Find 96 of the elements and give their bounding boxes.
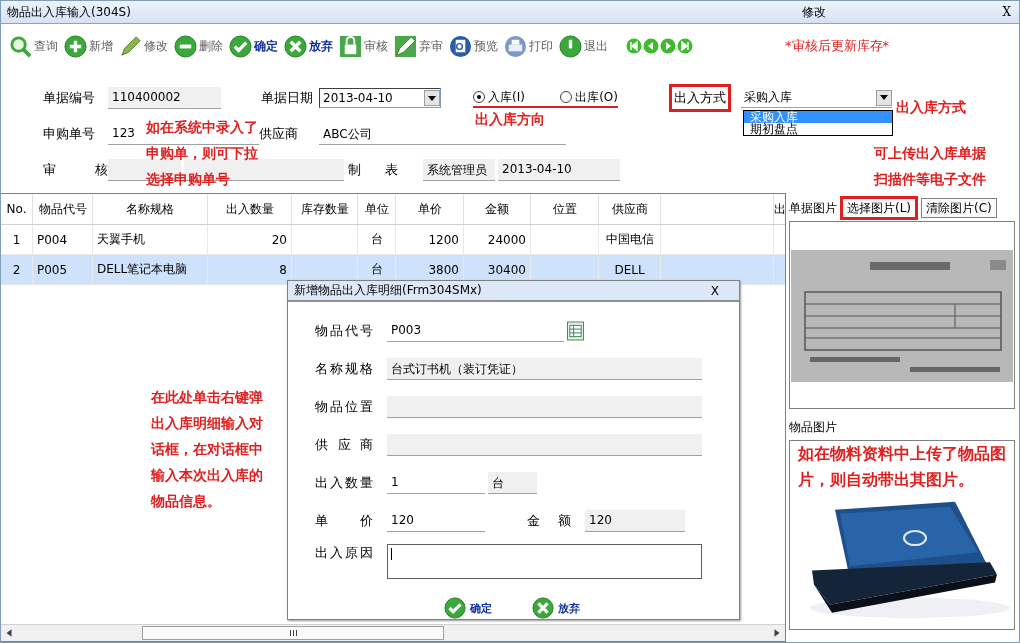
caret-icon — [880, 95, 888, 100]
unit-field: 台 — [488, 472, 537, 494]
scrollbar[interactable] — [1, 624, 785, 641]
table-cell: 天翼手机 — [93, 225, 208, 254]
lock-icon — [339, 34, 362, 58]
table-cell: P004 — [33, 225, 93, 254]
field-label: 金 额 — [527, 512, 571, 530]
previous-record-icon[interactable] — [643, 38, 659, 54]
printer-icon — [504, 34, 527, 58]
column-header[interactable]: 供应商 — [599, 194, 661, 224]
input-field[interactable]: 1 — [387, 472, 485, 494]
field-label: 物品位置 — [315, 398, 373, 416]
pencil-icon — [119, 34, 142, 58]
power-icon — [559, 34, 582, 58]
field-label: 制 表 — [348, 161, 398, 179]
field-label: 出入方式 — [669, 84, 731, 112]
field-label: 供应商 — [315, 436, 373, 454]
input-field[interactable]: 2013-04-10 — [498, 159, 620, 181]
method-dropdown[interactable]: 采购入库 — [741, 88, 892, 108]
input-field[interactable] — [387, 396, 702, 418]
table-cell: P005 — [33, 255, 93, 284]
table-cell: 24000 — [464, 225, 531, 254]
table-cell: 1 — [1, 225, 33, 254]
next-record-icon[interactable] — [660, 38, 676, 54]
table-cell: 2 — [1, 255, 33, 284]
column-header[interactable]: 库存数量 — [292, 194, 358, 224]
annotation: 出入库方式 — [896, 98, 966, 117]
annotation: 可上传出入库单据扫描件等电子文件 — [874, 144, 987, 189]
table-cell: 中国电信 — [599, 225, 661, 254]
table-cell: 1200 — [396, 225, 464, 254]
table-row[interactable]: 2 P005 DELL笔记本电脑 8 台 3800 30400 DELL — [1, 255, 785, 285]
mode-label: 修改 — [802, 3, 828, 21]
last-record-icon[interactable] — [677, 38, 693, 54]
column-header[interactable]: 出入数量 — [208, 194, 292, 224]
field-label: 供应商 — [259, 125, 299, 143]
field-label: 名称规格 — [315, 360, 373, 378]
field-label: 物品代号 — [315, 322, 373, 340]
annotation: 如在物料资料中上传了物品图片，则自动带出其图片。 — [798, 444, 1007, 491]
text-area[interactable] — [387, 544, 702, 579]
input-field[interactable]: 台式订书机（装订凭证） — [387, 358, 702, 380]
check-icon — [229, 34, 252, 58]
input-field[interactable] — [387, 434, 702, 456]
field-label: 出入数量 — [315, 474, 373, 492]
field-label: 单 价 — [315, 512, 373, 530]
plus-icon — [64, 34, 87, 58]
input-field[interactable]: P003 — [387, 320, 564, 342]
section-label: 物品图片 — [789, 419, 838, 436]
confirm-button[interactable]: 确定 — [444, 597, 492, 619]
scroll-left-icon[interactable] — [4, 628, 14, 638]
annotation: 如在系统中录入了申购单，则可下拉选择申购单号 — [146, 118, 259, 189]
input-field[interactable]: 120 — [387, 510, 485, 532]
table-cell: DELL笔记本电脑 — [93, 255, 208, 284]
radio-button[interactable]: 出库(O) — [560, 88, 618, 106]
audit-note: *审核后更新库存* — [785, 37, 889, 55]
table-cell: 台 — [358, 225, 396, 254]
cross-icon — [284, 34, 307, 58]
column-header[interactable]: 名称规格 — [93, 194, 208, 224]
column-header[interactable]: No. — [1, 194, 33, 224]
column-header[interactable]: 物品代号 — [33, 194, 93, 224]
input-field[interactable]: 123 — [108, 123, 136, 145]
table-icon[interactable] — [567, 321, 584, 341]
close-button[interactable]: X — [710, 283, 719, 298]
field-label: 单据编号 — [43, 89, 96, 107]
radio-button[interactable]: 入库(I) — [473, 88, 525, 106]
column-header[interactable]: 单位 — [358, 194, 396, 224]
field-label: 出入原因 — [315, 544, 373, 562]
caret-icon — [428, 95, 436, 101]
pen-icon — [394, 34, 417, 58]
column-header[interactable]: 单价 — [396, 194, 464, 224]
input-field[interactable]: 系统管理员 — [423, 159, 495, 181]
input-field[interactable]: 110400002 — [108, 87, 221, 109]
column-header[interactable]: 位置 — [531, 194, 599, 224]
date-dropdown[interactable]: 2013-04-10 — [319, 88, 441, 108]
annotation: 在此处单击右键弹出入库明细输入对话框，在对话框中输入本次出入库的物品信息。 — [151, 388, 264, 511]
field-label: 申购单号 — [43, 125, 96, 143]
confirm-button[interactable]: 确定 — [229, 34, 278, 58]
input-field[interactable]: 120 — [585, 510, 685, 532]
column-header[interactable]: 出 — [774, 194, 785, 224]
cancel-button[interactable]: 放弃 — [532, 597, 580, 619]
minus-icon — [174, 34, 197, 58]
scroll-right-icon[interactable] — [772, 628, 782, 638]
field-label: 单据日期 — [261, 89, 314, 107]
document-icon — [449, 34, 472, 58]
section-label: 单据图片 — [789, 199, 837, 217]
image-button[interactable]: 清除图片(C) — [921, 198, 997, 218]
dialog-title: 新增物品出入库明细(Frm304SMx) — [294, 282, 483, 299]
image-button[interactable]: 选择图片(L) — [840, 196, 919, 220]
close-button[interactable]: X — [1002, 5, 1011, 19]
cancel-button[interactable]: 放弃 — [284, 34, 333, 58]
dropdown-option[interactable]: 期初盘点 — [744, 123, 892, 135]
first-record-icon[interactable] — [626, 38, 642, 54]
table-cell: 20 — [208, 225, 292, 254]
column-header[interactable]: 金额 — [464, 194, 531, 224]
window-title: 物品出入库输入(304S) — [7, 3, 132, 21]
field-label: 审 核 — [43, 161, 108, 179]
search-icon — [9, 34, 32, 58]
